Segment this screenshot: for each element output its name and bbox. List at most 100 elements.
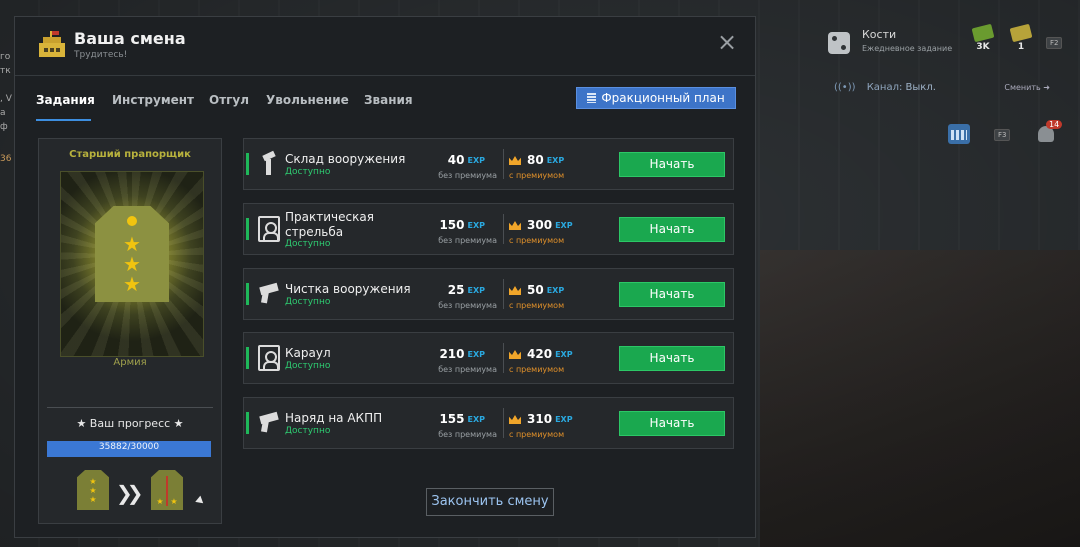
finish-shift-button[interactable]: Закончить смену [426, 488, 554, 516]
task-name: Караул [285, 346, 331, 360]
channel-label: Канал: [866, 82, 903, 93]
task-row: Чистка вооружения Доступно 25 EXP без премиу… [243, 268, 734, 320]
crown-icon [509, 350, 521, 359]
exp-premium-value: 50 [527, 283, 544, 297]
exp-premium-value: 300 [527, 218, 553, 232]
exp-label: EXP [555, 350, 573, 359]
start-task-button[interactable]: Начать [619, 346, 725, 371]
left-edge-line: , V [0, 94, 12, 104]
crown-icon [509, 221, 521, 230]
task-name: Чистка вооружения [285, 282, 411, 296]
task-name: Склад вооружения [285, 152, 406, 166]
daily-task-title: Кости [862, 28, 897, 41]
task-row: Наряд на АКПП Доступно 155 EXP без премиума 3… [243, 397, 734, 449]
money-green: 3K [970, 23, 996, 52]
shoulder-strap-icon: ★ ★ ★ [95, 206, 169, 302]
exp-base-value: 210 [439, 347, 465, 361]
progress-title: ★ Ваш прогресс ★ [76, 417, 184, 430]
channel-switch[interactable]: Сменить ➜ [1004, 83, 1050, 92]
exp-premium-value: 310 [527, 412, 553, 426]
cursor-icon [195, 495, 206, 507]
with-premium-label: с премиумом [509, 430, 565, 439]
window-title: Ваша смена [74, 29, 186, 48]
task-row: Караул Доступно 210 EXP без премиума 420 EXP с … [243, 332, 734, 384]
exp-with-premium: 80 EXP [527, 153, 564, 167]
tab-dismissal[interactable]: Увольнение [266, 93, 349, 107]
task-name: Наряд на АКПП [285, 411, 383, 425]
hud-channel: ((•)) Канал: Выкл. Сменить ➜ [834, 82, 1064, 96]
no-premium-label: без премиума [438, 365, 497, 374]
exp-with-premium: 50 EXP [527, 283, 564, 297]
exp-base-value: 150 [439, 218, 465, 232]
faction-label: Армия [113, 357, 147, 368]
rank-card: ★ ★ ★ [60, 171, 204, 357]
rack-icon [258, 151, 280, 177]
faction-plan-button[interactable]: Фракционный план [576, 87, 736, 109]
hud-daily-task[interactable]: Кости Ежедневное задание 3K 1 F2 [828, 23, 1063, 64]
tab-tools[interactable]: Инструмент [112, 93, 194, 107]
exp-without-premium: 40 EXP [448, 153, 485, 167]
value-divider [503, 408, 504, 438]
start-task-button[interactable]: Начать [619, 411, 725, 436]
gun-icon [258, 410, 280, 436]
close-icon[interactable]: × [717, 30, 737, 54]
rank-divider [47, 407, 213, 408]
exp-base-value: 155 [439, 412, 465, 426]
left-edge-number: 36 [0, 154, 12, 164]
start-task-button[interactable]: Начать [619, 152, 725, 177]
value-divider [503, 214, 504, 244]
exp-premium-value: 420 [527, 347, 553, 361]
target-icon [258, 345, 280, 371]
task-accent [246, 347, 249, 369]
calendar-icon[interactable] [948, 124, 970, 144]
window-subtitle: Трудитесь! [74, 50, 128, 60]
task-row: Практическая стрельба Доступно 150 EXP без п… [243, 203, 734, 255]
window-header: Ваша смена Трудитесь! × [15, 17, 755, 75]
document-icon [587, 92, 597, 103]
start-task-button[interactable]: Начать [619, 217, 725, 242]
channel-value: Выкл. [905, 82, 936, 93]
exp-with-premium: 420 EXP [527, 347, 573, 361]
exp-without-premium: 150 EXP [439, 218, 485, 232]
crown-icon [509, 156, 521, 165]
left-edge-text: го тк , V а ф 36 [0, 50, 14, 166]
exp-without-premium: 25 EXP [448, 283, 485, 297]
value-divider [503, 343, 504, 373]
money-yellow-value: 1 [1017, 42, 1025, 52]
barracks-icon [37, 31, 67, 59]
progress-text: 35882/30000 [98, 442, 160, 452]
task-accent [246, 283, 249, 305]
banknote-icon [971, 23, 995, 43]
tab-leave[interactable]: Отгул [209, 93, 249, 107]
exp-with-premium: 300 EXP [527, 218, 573, 232]
no-premium-label: без премиума [438, 430, 497, 439]
with-premium-label: с премиумом [509, 171, 565, 180]
with-premium-label: с премиумом [509, 236, 565, 245]
task-status: Доступно [285, 239, 331, 249]
exp-label: EXP [546, 156, 565, 165]
notification-badge: 14 [1046, 120, 1063, 129]
next-rank-icon: ★ ★ [151, 470, 183, 510]
with-premium-label: с премиумом [509, 365, 565, 374]
crown-icon [509, 415, 521, 424]
tab-tasks[interactable]: Задания [36, 93, 95, 107]
exp-label: EXP [546, 286, 565, 295]
task-name: Практическая стрельба [285, 210, 374, 239]
task-accent [246, 153, 249, 175]
task-status: Доступно [285, 297, 331, 307]
gun-icon [258, 281, 280, 307]
exp-with-premium: 310 EXP [527, 412, 573, 426]
exp-premium-value: 80 [527, 153, 544, 167]
target-icon [258, 216, 280, 242]
left-edge-line: го [0, 52, 11, 62]
task-accent [246, 412, 249, 434]
current-rank-icon: ★ ★ ★ [77, 470, 109, 510]
tab-ranks[interactable]: Звания [364, 93, 413, 107]
exp-without-premium: 210 EXP [439, 347, 485, 361]
key-hint-f2: F2 [1046, 37, 1063, 49]
value-divider [503, 279, 504, 309]
banknote-icon [1009, 23, 1033, 43]
hud-icons: F3 14 [948, 120, 1068, 148]
start-task-button[interactable]: Начать [619, 282, 725, 307]
left-edge-line: тк [0, 66, 11, 76]
